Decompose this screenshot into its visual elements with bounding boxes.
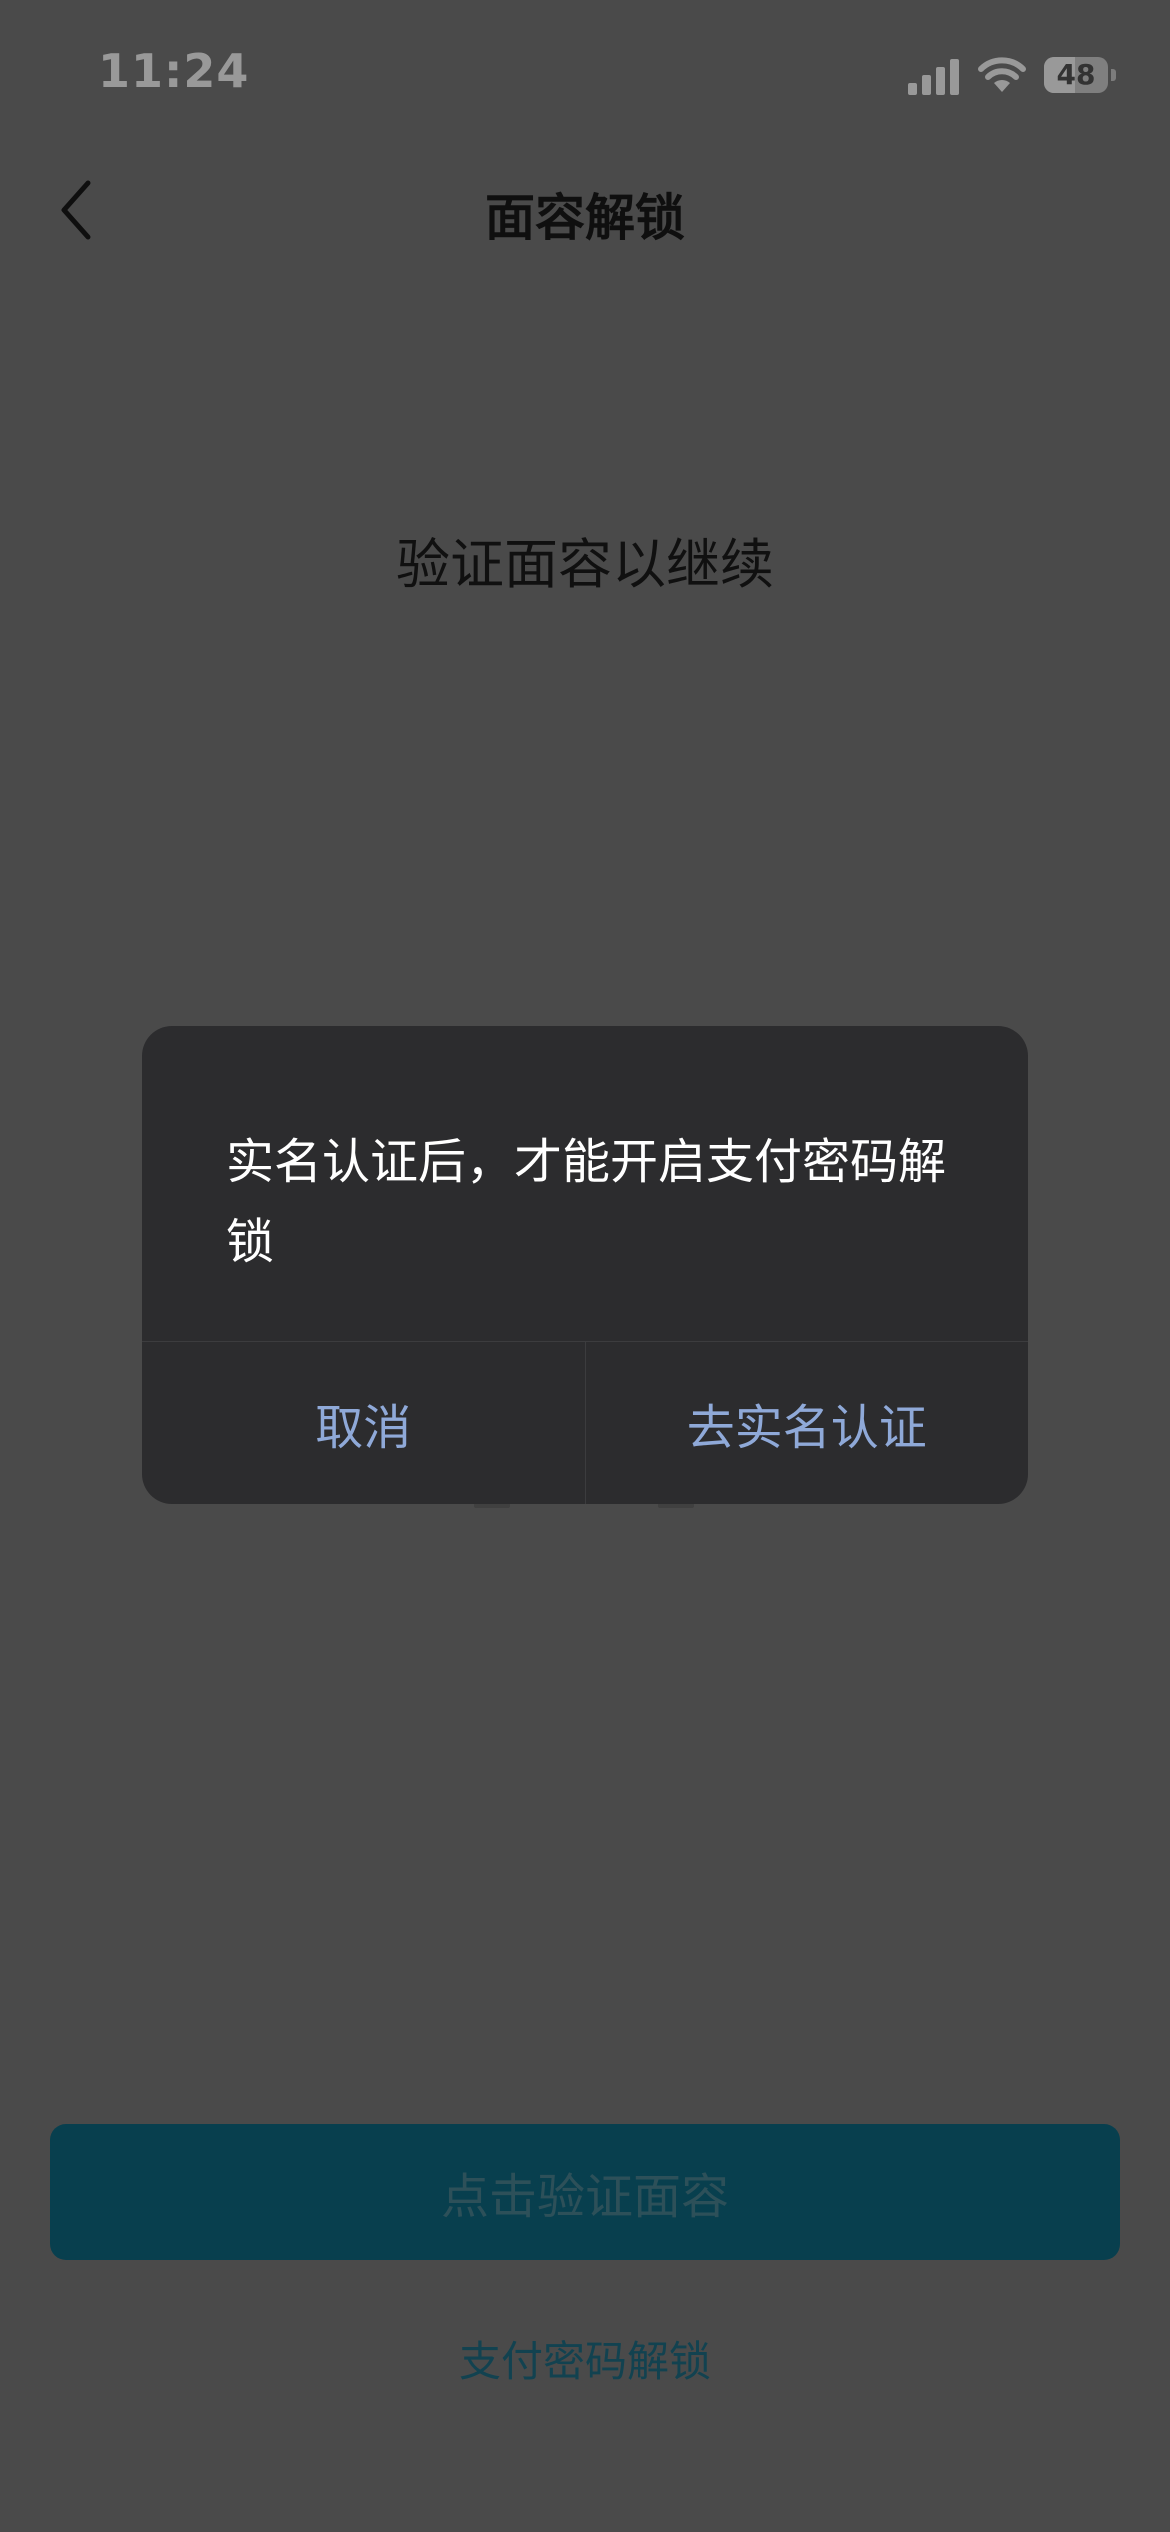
dialog-actions: 取消 去实名认证 [142, 1341, 1028, 1504]
cancel-button[interactable]: 取消 [142, 1342, 585, 1504]
go-real-name-verification-button[interactable]: 去实名认证 [586, 1342, 1029, 1504]
real-name-verification-dialog: 实名认证后，才能开启支付密码解锁 取消 去实名认证 [142, 1026, 1028, 1504]
dialog-message: 实名认证后，才能开启支付密码解锁 [226, 1134, 947, 1270]
